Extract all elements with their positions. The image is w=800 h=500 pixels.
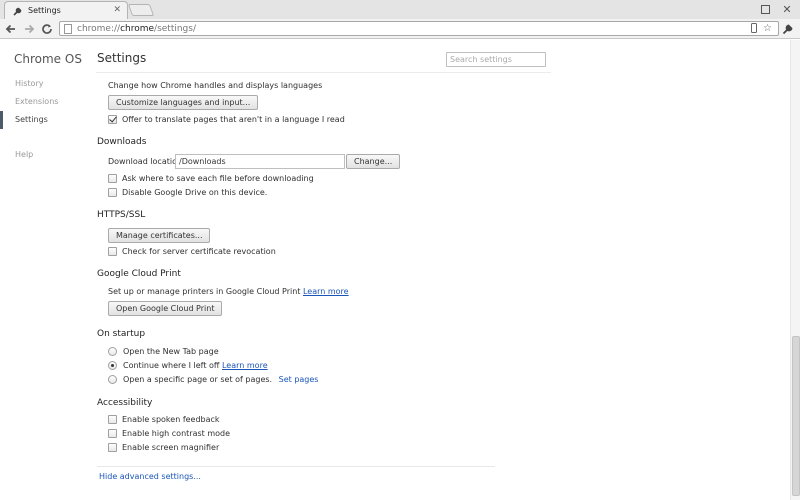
download-location-field[interactable] — [175, 154, 345, 169]
change-location-button[interactable]: Change... — [346, 154, 401, 169]
startup-label-specific: Open a specific page or set of pages. Se… — [123, 374, 319, 384]
startup-label-continue: Continue where I left off Learn more — [123, 360, 268, 370]
cloud-print-description: Set up or manage printers in Google Clou… — [108, 287, 349, 296]
startup-radio-new-tab[interactable] — [108, 346, 117, 356]
startup-radio-continue[interactable] — [108, 360, 117, 370]
revocation-option[interactable]: Check for server certificate revocation — [108, 246, 276, 256]
startup-label-new-tab: Open the New Tab page — [123, 346, 219, 356]
high-contrast-checkbox[interactable] — [108, 428, 117, 438]
section-divider — [97, 466, 495, 467]
startup-option-specific[interactable]: Open a specific page or set of pages. Se… — [108, 374, 318, 384]
screen-magnifier-checkbox[interactable] — [108, 442, 117, 452]
open-cloud-print-button[interactable]: Open Google Cloud Print — [108, 301, 223, 316]
startup-option-new-tab[interactable]: Open the New Tab page — [108, 346, 219, 356]
scrollbar-thumb[interactable] — [792, 336, 800, 496]
screen-magnifier-option[interactable]: Enable screen magnifier — [108, 442, 219, 452]
high-contrast-option[interactable]: Enable high contrast mode — [108, 428, 230, 438]
spoken-feedback-checkbox[interactable] — [108, 414, 117, 424]
downloads-title: Downloads — [97, 137, 147, 147]
spoken-feedback-label: Enable spoken feedback — [122, 414, 220, 424]
ask-save-option[interactable]: Ask where to save each file before downl… — [108, 173, 314, 183]
disable-drive-checkbox[interactable] — [108, 187, 117, 197]
revocation-checkbox[interactable] — [108, 246, 117, 256]
high-contrast-label: Enable high contrast mode — [122, 428, 231, 438]
translate-option[interactable]: Offer to translate pages that aren't in … — [108, 114, 345, 124]
translate-label: Offer to translate pages that aren't in … — [122, 114, 345, 124]
languages-description: Change how Chrome handles and displays l… — [108, 81, 323, 90]
spoken-feedback-option[interactable]: Enable spoken feedback — [108, 414, 220, 424]
download-location-label: Download location: — [108, 157, 185, 166]
screen-magnifier-label: Enable screen magnifier — [122, 442, 220, 452]
ask-save-checkbox[interactable] — [108, 173, 117, 183]
settings-header: Settings — [96, 40, 551, 73]
manage-certificates-button[interactable]: Manage certificates... — [108, 228, 211, 243]
set-pages-link[interactable]: Set pages — [279, 375, 319, 384]
translate-checkbox[interactable] — [108, 114, 117, 124]
revocation-label: Check for server certificate revocation — [122, 246, 276, 256]
accessibility-title: Accessibility — [97, 398, 153, 408]
cloud-print-learn-more-link[interactable]: Learn more — [303, 287, 349, 296]
disable-drive-label: Disable Google Drive on this device. — [122, 187, 268, 197]
search-settings-input[interactable] — [446, 52, 546, 67]
settings-content: Change how Chrome handles and displays l… — [0, 0, 800, 500]
startup-radio-specific[interactable] — [108, 374, 117, 384]
customize-languages-button[interactable]: Customize languages and input... — [108, 95, 259, 110]
page-title: Settings — [97, 51, 147, 65]
disable-drive-option[interactable]: Disable Google Drive on this device. — [108, 187, 267, 197]
hide-advanced-settings-link[interactable]: Hide advanced settings... — [99, 472, 201, 481]
https-title: HTTPS/SSL — [97, 210, 146, 220]
ask-save-label: Ask where to save each file before downl… — [122, 173, 314, 183]
scrollbar[interactable] — [790, 40, 800, 500]
startup-title: On startup — [97, 329, 146, 339]
startup-option-continue[interactable]: Continue where I left off Learn more — [108, 360, 268, 370]
cloud-print-title: Google Cloud Print — [97, 269, 181, 279]
startup-learn-more-link[interactable]: Learn more — [222, 361, 268, 370]
